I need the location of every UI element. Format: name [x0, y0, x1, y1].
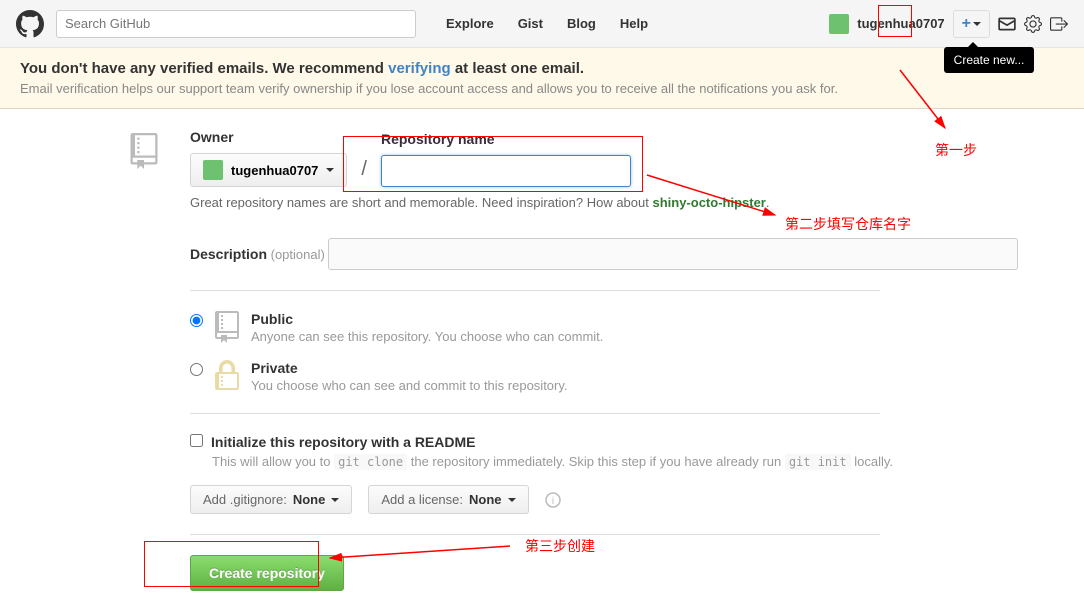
visibility-public-row[interactable]: Public Anyone can see this repository. Y…	[190, 311, 1020, 344]
visibility-private-row[interactable]: Private You choose who can see and commi…	[190, 360, 1020, 393]
readme-row[interactable]: Initialize this repository with a README	[190, 434, 1020, 450]
public-repo-icon	[213, 311, 241, 343]
repo-name-label: Repository name	[381, 131, 631, 147]
readme-label: Initialize this repository with a README	[211, 434, 475, 450]
settings-gear-icon[interactable]	[1024, 15, 1042, 33]
owner-avatar-icon	[203, 160, 223, 180]
nav-gist[interactable]: Gist	[508, 10, 553, 37]
notifications-icon[interactable]	[998, 15, 1016, 33]
slash-separator: /	[361, 158, 367, 181]
select-row: Add .gitignore: None Add a license: None…	[190, 485, 1020, 514]
main-form: Owner tugenhua0707 / Repository name Gre…	[170, 129, 1040, 591]
search-input[interactable]	[56, 10, 416, 38]
private-lock-icon	[213, 360, 241, 392]
description-label: Description (optional)	[190, 247, 325, 262]
description-group: Description (optional)	[190, 230, 1020, 270]
svg-text:i: i	[551, 496, 553, 507]
caret-down-icon	[331, 498, 339, 502]
caret-down-icon	[973, 22, 981, 26]
repo-icon	[130, 133, 158, 169]
license-select[interactable]: Add a license: None	[368, 485, 528, 514]
plus-icon: +	[962, 15, 971, 33]
divider	[190, 290, 880, 291]
notice-subtitle: Email verification helps our support tea…	[20, 81, 1064, 96]
username-label[interactable]: tugenhua0707	[857, 16, 944, 31]
divider	[190, 534, 880, 535]
verification-notice: You don't have any verified emails. We r…	[0, 48, 1084, 109]
owner-select-button[interactable]: tugenhua0707	[190, 153, 347, 187]
caret-down-icon	[508, 498, 516, 502]
info-icon[interactable]: i	[545, 492, 561, 508]
nav-links: Explore Gist Blog Help	[436, 10, 658, 37]
nav-blog[interactable]: Blog	[557, 10, 606, 37]
user-section: tugenhua0707 + Create new...	[829, 10, 1068, 38]
create-new-button[interactable]: + Create new...	[953, 10, 990, 38]
verify-link[interactable]: verifying	[388, 60, 451, 77]
sign-out-icon[interactable]	[1050, 15, 1068, 33]
private-desc: You choose who can see and commit to thi…	[251, 378, 1020, 393]
create-new-tooltip: Create new...	[944, 47, 1035, 73]
private-radio[interactable]	[190, 363, 203, 376]
nav-help[interactable]: Help	[610, 10, 658, 37]
owner-label: Owner	[190, 129, 347, 145]
public-desc: Anyone can see this repository. You choo…	[251, 329, 1020, 344]
github-logo-icon[interactable]	[16, 10, 44, 38]
description-input[interactable]	[328, 238, 1018, 270]
public-title: Public	[251, 311, 1020, 327]
readme-desc: This will allow you to git clone the rep…	[212, 454, 1020, 469]
divider	[190, 413, 880, 414]
hint-text: Great repository names are short and mem…	[190, 195, 1020, 210]
nav-explore[interactable]: Explore	[436, 10, 504, 37]
readme-checkbox[interactable]	[190, 434, 203, 447]
private-title: Private	[251, 360, 1020, 376]
gitignore-select[interactable]: Add .gitignore: None	[190, 485, 352, 514]
suggestion-link[interactable]: shiny-octo-hipster	[652, 195, 765, 210]
notice-title: You don't have any verified emails. We r…	[20, 60, 1064, 77]
header: Explore Gist Blog Help tugenhua0707 + Cr…	[0, 0, 1084, 48]
public-radio[interactable]	[190, 314, 203, 327]
caret-down-icon	[326, 168, 334, 172]
create-repository-button[interactable]: Create repository	[190, 555, 344, 591]
user-avatar-icon[interactable]	[829, 14, 849, 34]
repo-name-input[interactable]	[381, 155, 631, 187]
